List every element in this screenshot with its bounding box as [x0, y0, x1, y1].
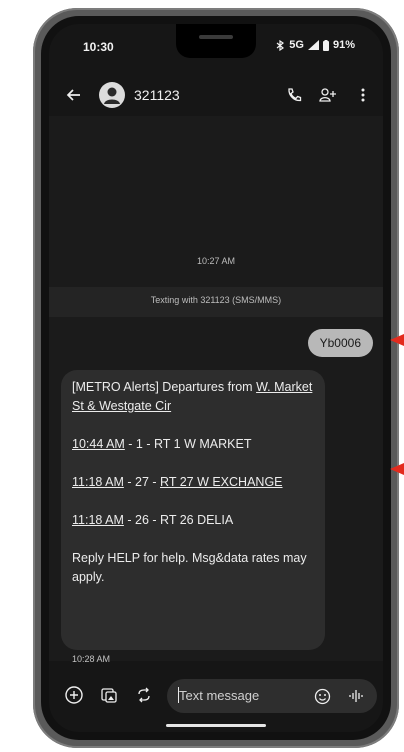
bluetooth-icon [276, 39, 285, 51]
date-stamp: 10:27 AM [196, 256, 236, 266]
phone-screen: 10:30 5G 91% 321123 10:27 AM Texting wit… [49, 24, 383, 732]
departure-row: 10:44 AM - 1 - RT 1 W MARKET [72, 435, 314, 454]
person-avatar-icon [104, 87, 120, 104]
annotation-arrow [390, 463, 404, 475]
call-button[interactable] [283, 84, 305, 106]
received-timestamp: 10:28 AM [72, 654, 111, 664]
sync-reply-icon [138, 687, 150, 703]
departure-row: 11:18 AM - 26 - RT 26 DELIA [72, 511, 314, 530]
departure-route: - 1 - RT 1 W MARKET [124, 437, 252, 451]
add-contact-button[interactable] [317, 84, 339, 106]
status-indicators: 5G 91% [276, 39, 355, 51]
departure-row: 11:18 AM - 27 - RT 27 W EXCHANGE [72, 473, 314, 492]
plus-circle-icon [65, 686, 83, 704]
add-person-icon [319, 88, 336, 102]
alert-footer: Reply HELP for help. Msg&data rates may … [72, 551, 307, 584]
battery-level: 91% [332, 39, 355, 51]
emoji-button[interactable] [311, 685, 333, 707]
gallery-button[interactable] [98, 684, 120, 706]
network-type: 5G [289, 39, 304, 51]
texting-with-label: Texting with 321123 (SMS/MMS) [150, 295, 282, 305]
more-vert-icon [361, 88, 365, 102]
add-attachment-button[interactable] [63, 684, 85, 706]
voice-message-button[interactable] [345, 685, 367, 707]
status-time: 10:30 [83, 40, 114, 54]
sent-message-bubble[interactable]: Yb0006 [307, 329, 373, 357]
departure-route-number: - 27 - [123, 475, 161, 489]
departure-time-link[interactable]: 10:44 AM [72, 437, 125, 451]
route-link[interactable]: RT 27 W EXCHANGE [160, 475, 283, 489]
smiley-icon [314, 688, 330, 704]
compose-bar: Text message [49, 676, 383, 716]
voice-wave-icon [349, 690, 363, 702]
message-input-placeholder: Text message [179, 688, 260, 703]
back-button[interactable] [63, 84, 85, 106]
quick-reply-button[interactable] [133, 684, 155, 706]
departure-time-link[interactable]: 11:18 AM [72, 475, 124, 489]
conversation-header: 321123 [49, 78, 383, 112]
more-options-button[interactable] [352, 84, 374, 106]
phone-icon [288, 88, 302, 102]
arrow-left-icon [66, 89, 80, 101]
battery-icon [322, 39, 329, 51]
contact-avatar[interactable] [99, 82, 125, 108]
departure-time-link[interactable]: 11:18 AM [72, 513, 124, 527]
alert-header: [METRO Alerts] Departures from W. Market… [72, 378, 314, 416]
annotation-arrow [390, 334, 404, 346]
contact-name[interactable]: 321123 [134, 87, 180, 103]
signal-icon [307, 40, 319, 50]
home-indicator[interactable] [166, 724, 266, 727]
status-bar: 10:30 5G 91% [49, 38, 383, 58]
message-input[interactable]: Text message [167, 679, 377, 713]
received-message-bubble[interactable]: [METRO Alerts] Departures from W. Market… [61, 370, 325, 650]
gallery-icon [101, 688, 117, 703]
alert-header-text: [METRO Alerts] Departures from [72, 380, 257, 394]
departure-route: - 26 - RT 26 DELIA [123, 513, 234, 527]
